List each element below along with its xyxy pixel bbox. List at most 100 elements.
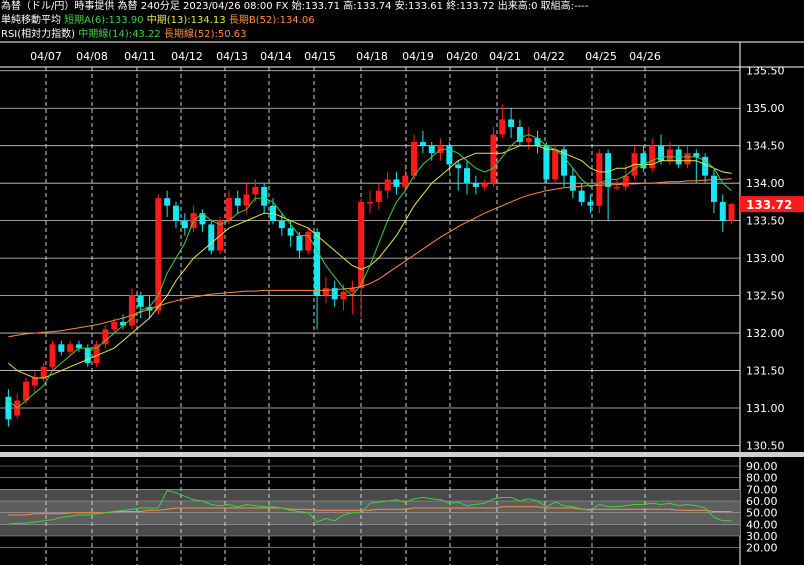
candle-body	[508, 119, 515, 127]
candle-body	[181, 220, 188, 229]
candle-body	[5, 396, 12, 420]
candle-body	[278, 220, 285, 229]
candle-body	[481, 183, 488, 187]
rsi-label: RSI(相対力指数)	[1, 29, 76, 40]
candle-body	[155, 198, 162, 311]
candle-body	[84, 348, 91, 364]
candle-body	[137, 295, 144, 307]
price-tick-label: 132.50	[746, 290, 785, 303]
candle-body	[640, 153, 647, 169]
candle-body	[693, 153, 700, 157]
date-tick-label: 04/22	[533, 50, 565, 63]
date-tick-label: 04/25	[585, 50, 617, 63]
price-tick-label: 134.00	[746, 177, 785, 190]
candle-body	[164, 198, 171, 206]
candle-body	[358, 201, 365, 289]
ma-long-legend: 長期B(52):134.06	[228, 15, 315, 26]
rsi-legend: RSI(相対力指数) 中期線(14):43.22 長期線(52):50.63	[0, 28, 804, 42]
date-tick-label: 04/13	[216, 50, 248, 63]
ma-label: 単純移動平均	[1, 15, 61, 26]
price-tick-label: 135.00	[746, 102, 785, 115]
candle-body	[384, 179, 391, 191]
candle-body	[684, 153, 691, 165]
candle-body	[40, 366, 47, 379]
candle-body	[31, 378, 38, 386]
candle-body	[464, 168, 471, 184]
candle-body	[719, 201, 726, 221]
candle-body	[49, 344, 56, 367]
date-tick-label: 04/15	[304, 50, 336, 63]
date-tick-label: 04/26	[629, 50, 661, 63]
candle-body	[402, 175, 409, 187]
last-price-label: 133.72	[746, 198, 792, 212]
candle-body	[23, 381, 30, 401]
candle-body	[225, 198, 232, 221]
candle-body	[234, 198, 241, 206]
candle-body	[472, 183, 479, 187]
candle-body	[622, 175, 629, 187]
candle-body	[578, 190, 585, 202]
price-tick-label: 132.00	[746, 327, 785, 340]
title-line: 為替（ドル/円）時事提供 為替 240分足 2023/04/26 08:00 F…	[1, 1, 589, 12]
candle-body	[243, 194, 250, 206]
rsi-mid-legend: 中期線(14):43.22	[78, 29, 161, 40]
rsi-long-legend: 長期線(52):50.63	[163, 29, 247, 40]
candle-body	[287, 228, 294, 236]
price-tick-label: 133.50	[746, 215, 785, 228]
candle-body	[93, 344, 100, 364]
date-tick-label: 04/19	[402, 50, 434, 63]
candle-body	[446, 145, 453, 165]
candle-body	[490, 134, 497, 184]
candle-body	[208, 224, 215, 251]
candle-body	[305, 231, 312, 251]
candle-body	[428, 145, 435, 154]
candle-body	[543, 145, 550, 180]
candle-body	[569, 175, 576, 191]
candle-body	[58, 344, 65, 352]
chart-header: 為替（ドル/円）時事提供 為替 240分足 2023/04/26 08:00 F…	[0, 0, 804, 42]
rsi-tick-label: 20.00	[746, 542, 778, 555]
candle-body	[367, 201, 373, 204]
ma-legend: 単純移動平均 短期A(6):133.90 中期(13):134.13 長期B(5…	[0, 14, 804, 28]
candle-body	[525, 138, 532, 142]
candle-body	[314, 231, 321, 296]
date-tick-label: 04/07	[30, 50, 62, 63]
candle-body	[613, 186, 620, 189]
candle-body	[340, 291, 347, 300]
price-tick-label: 131.00	[746, 402, 785, 415]
candle-body	[261, 186, 268, 206]
candle-body	[111, 321, 118, 330]
date-tick-label: 04/21	[489, 50, 521, 63]
candle-body	[322, 288, 329, 296]
candle-body	[172, 205, 179, 221]
date-tick-label: 04/14	[260, 50, 292, 63]
candle-body	[393, 179, 400, 187]
price-tick-label: 135.50	[746, 65, 785, 78]
candle-body	[552, 149, 559, 180]
candle-body	[252, 186, 259, 195]
candle-body	[455, 164, 462, 169]
date-tick-label: 04/08	[76, 50, 108, 63]
candle-body	[666, 149, 673, 161]
ma-short-legend: 短期A(6):133.90	[64, 15, 144, 26]
candle-body	[419, 141, 426, 146]
candle-body	[128, 295, 135, 326]
chart-area: 135.50 135.00 134.50 134.00 133.50 133.00 132.…	[0, 0, 804, 565]
price-tick-label: 133.00	[746, 252, 785, 265]
date-tick-label: 04/12	[171, 50, 203, 63]
candle-body	[658, 145, 665, 161]
candle-body	[728, 204, 735, 221]
date-tick-label: 04/18	[356, 50, 388, 63]
chart-background	[0, 0, 804, 565]
candle-body	[587, 201, 594, 206]
candle-body	[499, 119, 506, 135]
price-tick-label: 134.50	[746, 140, 785, 153]
candle-body	[411, 141, 418, 176]
candle-body	[596, 153, 603, 206]
price-tick-label: 131.50	[746, 365, 785, 378]
price-tick-label: 130.50	[746, 440, 785, 453]
date-tick-label: 04/20	[446, 50, 478, 63]
candle-body	[605, 153, 612, 187]
ma-mid-legend: 中期(13):134.13	[146, 15, 226, 26]
candle-body	[67, 344, 74, 352]
